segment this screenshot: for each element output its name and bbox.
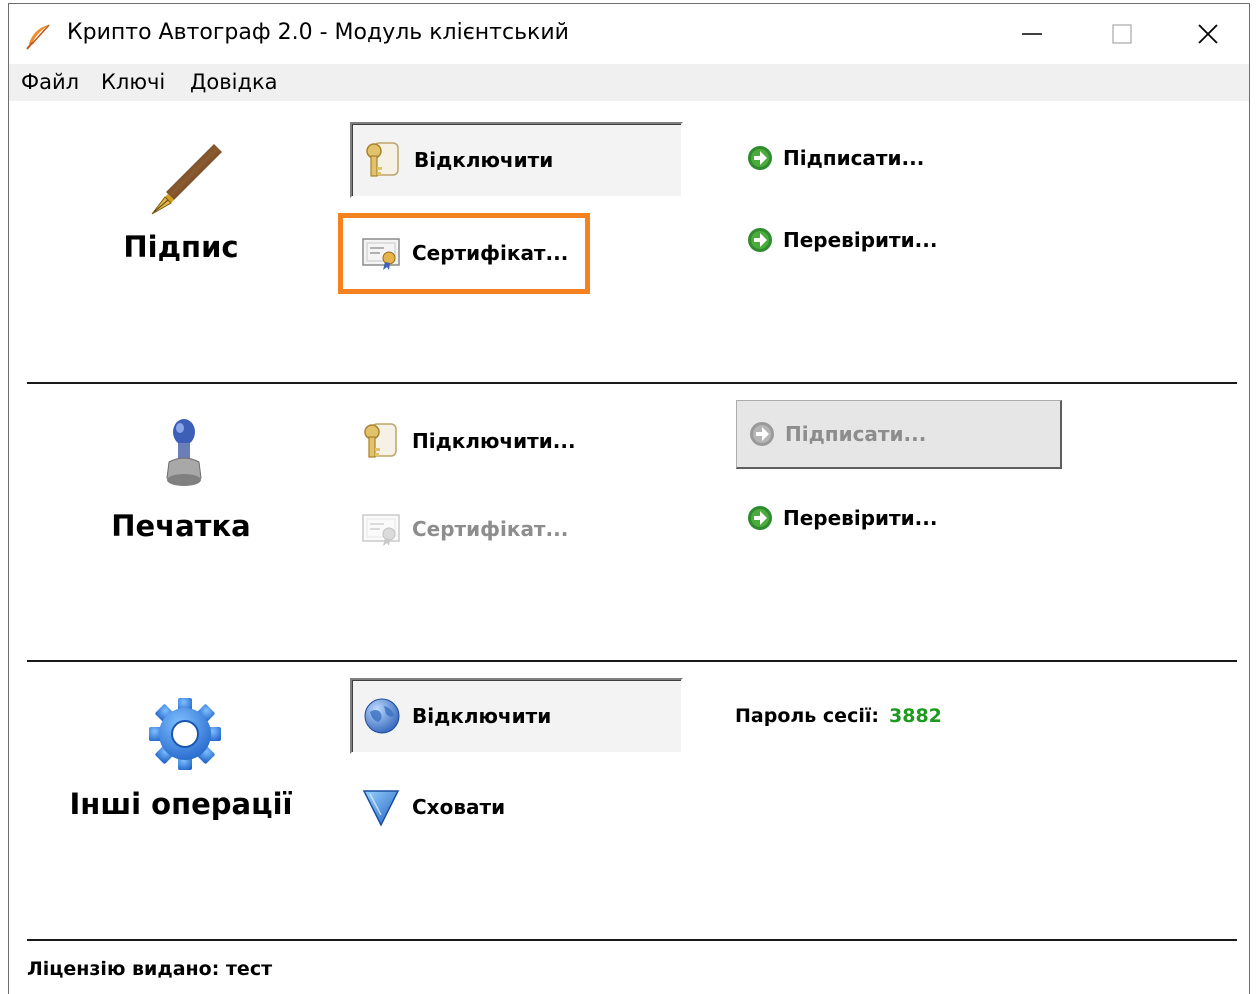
session-password-label: Пароль сесії: (735, 705, 879, 727)
menu-keys[interactable]: Ключі (101, 70, 165, 94)
arrow-right-icon (748, 506, 772, 530)
other-disconnect-label: Відключити (412, 704, 552, 728)
gear-icon (149, 698, 221, 770)
seal-connect-label: Підключити... (412, 429, 576, 453)
signature-disconnect-label: Відключити (414, 148, 554, 172)
stamp-icon (166, 419, 202, 486)
fountain-pen-icon (151, 144, 222, 215)
hide-label: Сховати (412, 795, 506, 819)
signature-disconnect-button[interactable]: Відключити (350, 122, 683, 198)
section-divider (27, 939, 1237, 941)
close-icon (1198, 24, 1218, 44)
arrow-right-icon (748, 146, 772, 170)
certificate-icon (362, 514, 400, 546)
close-button[interactable] (1163, 4, 1253, 64)
seal-verify-button[interactable]: Перевірити... (747, 500, 1007, 536)
seal-verify-label: Перевірити... (783, 506, 938, 530)
seal-section-title: Печатка (111, 509, 251, 543)
minimize-button[interactable] (987, 4, 1077, 64)
license-status: Ліцензію видано: тест (27, 958, 273, 980)
signature-sign-label: Підписати... (783, 146, 925, 170)
signature-section-title: Підпис (123, 230, 239, 264)
globe-icon (364, 698, 400, 734)
session-password-value: 3882 (889, 705, 942, 727)
maximize-button[interactable] (1077, 4, 1167, 64)
section-divider (27, 382, 1237, 384)
maximize-icon (1112, 24, 1132, 44)
certificate-icon (362, 238, 400, 270)
arrow-right-icon (748, 228, 772, 252)
other-disconnect-button[interactable]: Відключити (350, 678, 683, 754)
signature-verify-label: Перевірити... (783, 228, 938, 252)
signature-sign-button[interactable]: Підписати... (747, 140, 1007, 176)
arrow-right-icon (750, 422, 774, 446)
seal-certificate-label: Сертифікат... (412, 517, 569, 541)
feather-pen-icon (26, 24, 50, 50)
triangle-down-icon (362, 790, 400, 827)
seal-connect-button[interactable]: Підключити... (350, 416, 650, 466)
seal-sign-label: Підписати... (785, 422, 927, 446)
app-window: Крипто Автограф 2.0 - Модуль клієнтський… (8, 3, 1250, 994)
window-title: Крипто Автограф 2.0 - Модуль клієнтський (67, 20, 569, 45)
signature-certificate-label: Сертифікат... (412, 241, 569, 265)
minimize-icon (1022, 33, 1042, 35)
title-bar[interactable]: Крипто Автограф 2.0 - Модуль клієнтський (9, 4, 1249, 64)
section-divider (27, 660, 1237, 662)
signature-certificate-button[interactable]: Сертифікат... (350, 222, 586, 284)
signature-verify-button[interactable]: Перевірити... (747, 222, 1007, 258)
hide-button[interactable]: Сховати (350, 782, 570, 832)
seal-sign-button[interactable]: Підписати... (736, 400, 1062, 469)
other-section-title: Інші операції (69, 787, 293, 821)
menu-help[interactable]: Довідка (190, 70, 278, 94)
menu-bar: Файл Ключі Довідка (9, 64, 1249, 101)
key-icon (364, 423, 397, 458)
menu-file[interactable]: Файл (21, 70, 79, 94)
seal-certificate-button[interactable]: Сертифікат... (350, 504, 610, 554)
key-icon (366, 142, 399, 177)
